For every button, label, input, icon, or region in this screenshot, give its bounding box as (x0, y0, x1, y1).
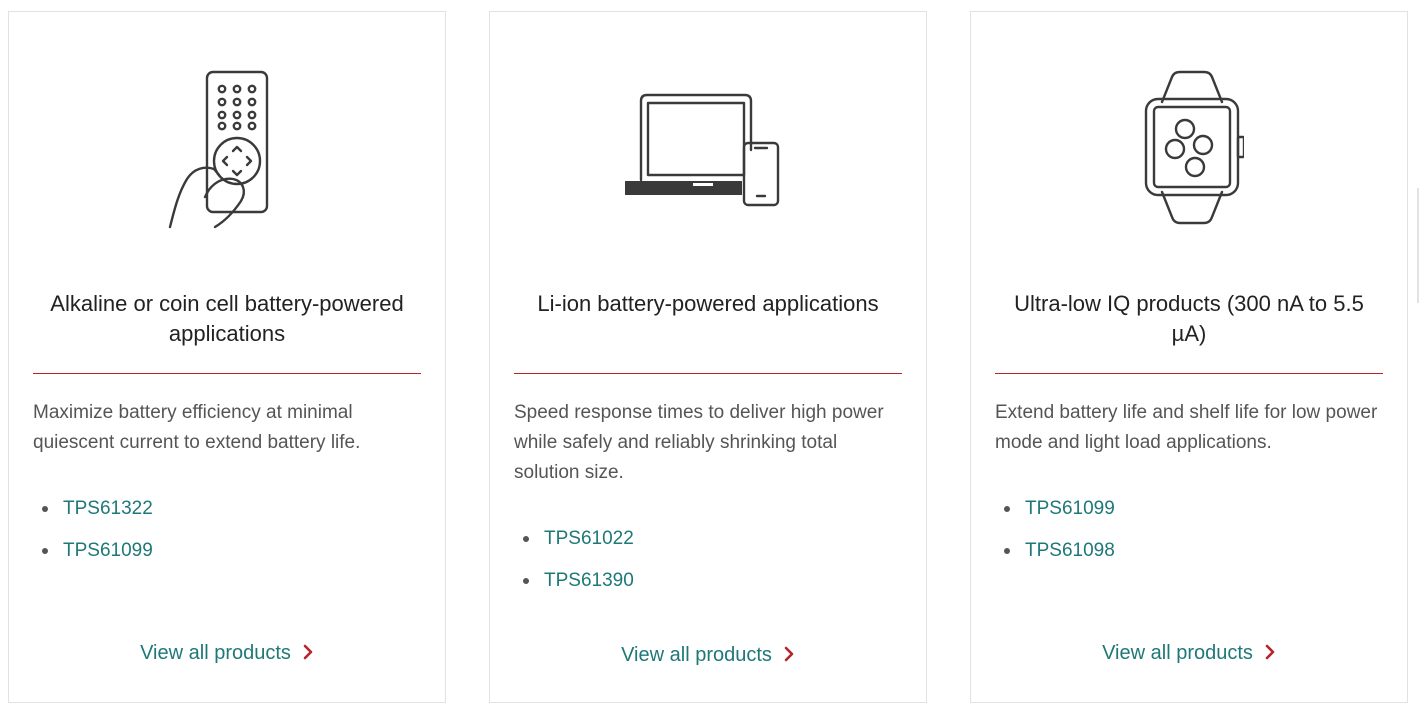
list-item: TPS61098 (1004, 530, 1387, 572)
card-title: Alkaline or coin cell battery-powered ap… (50, 291, 404, 346)
product-card-alkaline: Alkaline or coin cell battery-powered ap… (8, 11, 446, 703)
product-link[interactable]: TPS61022 (544, 528, 634, 549)
view-all-label: View all products (140, 642, 291, 664)
title-divider (33, 373, 421, 374)
card-description: Maximize battery efficiency at minimal q… (33, 402, 361, 453)
card-title: Ultra-low IQ products (300 nA to 5.5 µA) (1014, 291, 1364, 346)
list-item: TPS61322 (42, 488, 425, 530)
product-link[interactable]: TPS61099 (1025, 498, 1115, 519)
product-card-li-ion: Li-ion battery-powered applications Spee… (489, 11, 927, 703)
view-all-products-link[interactable]: View all products (971, 642, 1407, 666)
title-divider (995, 373, 1383, 374)
view-all-products-link[interactable]: View all products (9, 642, 445, 666)
product-link[interactable]: TPS61322 (63, 498, 153, 519)
view-all-label: View all products (621, 644, 772, 666)
product-list: TPS61322 TPS61099 (33, 488, 425, 572)
product-card-ultra-low-iq: Ultra-low IQ products (300 nA to 5.5 µA)… (970, 11, 1408, 703)
card-description: Extend battery life and shelf life for l… (995, 402, 1378, 453)
list-item: TPS61390 (523, 560, 906, 602)
chevron-right-icon (784, 645, 795, 668)
list-item: TPS61099 (1004, 488, 1387, 530)
product-link[interactable]: TPS61098 (1025, 540, 1115, 561)
card-description: Speed response times to deliver high pow… (514, 402, 884, 483)
view-all-label: View all products (1102, 642, 1253, 664)
remote-control-hand-icon (9, 62, 445, 242)
title-divider (514, 373, 902, 374)
product-link[interactable]: TPS61099 (63, 540, 153, 561)
card-title: Li-ion battery-powered applications (537, 291, 879, 316)
smartwatch-icon (971, 62, 1407, 242)
chevron-right-icon (1265, 643, 1276, 666)
chevron-right-icon (303, 643, 314, 666)
product-list: TPS61099 TPS61098 (995, 488, 1387, 572)
product-list: TPS61022 TPS61390 (514, 518, 906, 602)
list-item: TPS61099 (42, 530, 425, 572)
laptop-phone-icon (490, 62, 926, 242)
list-item: TPS61022 (523, 518, 906, 560)
product-link[interactable]: TPS61390 (544, 570, 634, 591)
view-all-products-link[interactable]: View all products (490, 644, 926, 668)
